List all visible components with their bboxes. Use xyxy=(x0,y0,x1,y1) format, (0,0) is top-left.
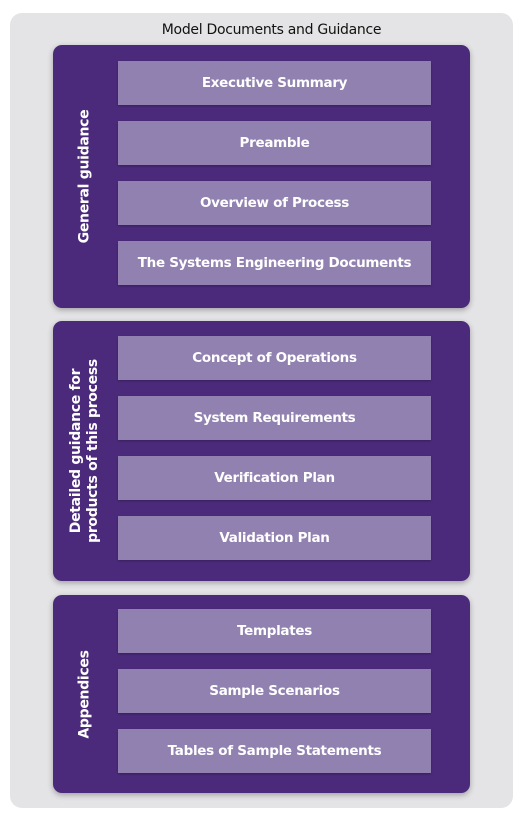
section-appendices: Appendices Templates Sample Scenarios Ta… xyxy=(53,595,470,793)
item-executive-summary: Executive Summary xyxy=(118,61,431,105)
section-label: Appendices xyxy=(76,649,93,739)
section-label: Detailed guidance for products of this pr… xyxy=(68,359,102,543)
item-systems-engineering-documents: The Systems Engineering Documents xyxy=(118,241,431,285)
section-label-line: products of this process xyxy=(85,359,102,543)
item-sample-scenarios: Sample Scenarios xyxy=(118,669,431,713)
diagram-container: Model Documents and Guidance General gui… xyxy=(10,13,513,808)
item-verification-plan: Verification Plan xyxy=(118,456,431,500)
section-label: General guidance xyxy=(76,109,93,244)
item-validation-plan: Validation Plan xyxy=(118,516,431,560)
item-system-requirements: System Requirements xyxy=(118,396,431,440)
section-detailed-guidance: Detailed guidance for products of this pr… xyxy=(53,321,470,581)
item-templates: Templates xyxy=(118,609,431,653)
section-label-line: Detailed guidance for xyxy=(68,368,85,534)
item-preamble: Preamble xyxy=(118,121,431,165)
item-tables-of-sample-statements: Tables of Sample Statements xyxy=(118,729,431,773)
section-general-guidance: General guidance Executive Summary Pream… xyxy=(53,45,470,308)
diagram-title: Model Documents and Guidance xyxy=(161,22,382,38)
item-overview-of-process: Overview of Process xyxy=(118,181,431,225)
item-concept-of-operations: Concept of Operations xyxy=(118,336,431,380)
